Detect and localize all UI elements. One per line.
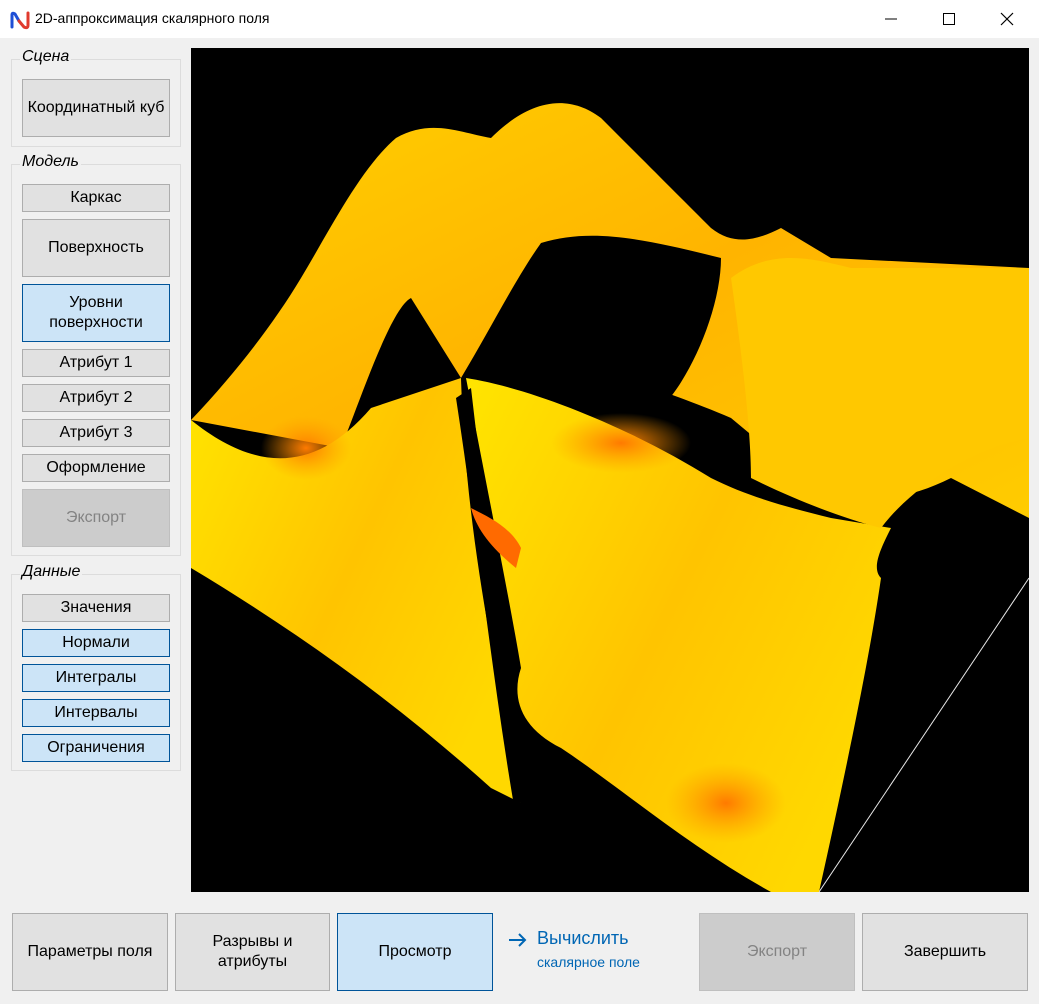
normals-button[interactable]: Нормали — [22, 629, 170, 657]
coord-cube-button[interactable]: Координатный куб — [22, 79, 170, 137]
close-icon — [1000, 12, 1014, 26]
export-button[interactable]: Экспорт — [699, 913, 855, 991]
surface-shade — [666, 763, 786, 843]
arrow-right-icon — [509, 933, 527, 947]
finish-button[interactable]: Завершить — [862, 913, 1028, 991]
preview-button[interactable]: Просмотр — [337, 913, 493, 991]
maximize-button[interactable] — [920, 0, 978, 38]
model-export-button[interactable]: Экспорт — [22, 489, 170, 547]
window-title: 2D-аппроксимация скалярного поля — [35, 10, 270, 26]
data-group-legend: Данные — [20, 563, 83, 581]
calculate-sublabel: скалярное поле — [537, 954, 640, 970]
surface-dimple — [261, 416, 351, 480]
field-params-button[interactable]: Параметры поля — [12, 913, 168, 991]
title-bar: 2D-аппроксимация скалярного поля — [0, 0, 1039, 38]
surface-levels-button[interactable]: Уровни поверхности — [22, 284, 170, 342]
attribute-1-button[interactable]: Атрибут 1 — [22, 349, 170, 377]
surface-cut — [891, 520, 1029, 578]
integrals-button[interactable]: Интегралы — [22, 664, 170, 692]
minimize-button[interactable] — [862, 0, 920, 38]
scene-group-legend: Сцена — [20, 48, 72, 66]
values-button[interactable]: Значения — [22, 594, 170, 622]
minimize-icon — [885, 18, 897, 20]
breaks-attributes-button[interactable]: Разрывы и атрибуты — [175, 913, 330, 991]
surface-shade — [551, 413, 691, 473]
constraints-button[interactable]: Ограничения — [22, 734, 170, 762]
design-button[interactable]: Оформление — [22, 454, 170, 482]
maximize-icon — [943, 13, 955, 25]
calculate-label: Вычислить — [537, 928, 629, 948]
attribute-2-button[interactable]: Атрибут 2 — [22, 384, 170, 412]
model-group-legend: Модель — [20, 153, 81, 171]
close-button[interactable] — [978, 0, 1036, 38]
surface-button[interactable]: Поверхность — [22, 219, 170, 277]
surface-render — [191, 103, 1029, 892]
frame-button[interactable]: Каркас — [22, 184, 170, 212]
app-logo-icon — [10, 11, 30, 30]
intervals-button[interactable]: Интервалы — [22, 699, 170, 727]
attribute-3-button[interactable]: Атрибут 3 — [22, 419, 170, 447]
3d-viewport[interactable] — [191, 48, 1029, 892]
